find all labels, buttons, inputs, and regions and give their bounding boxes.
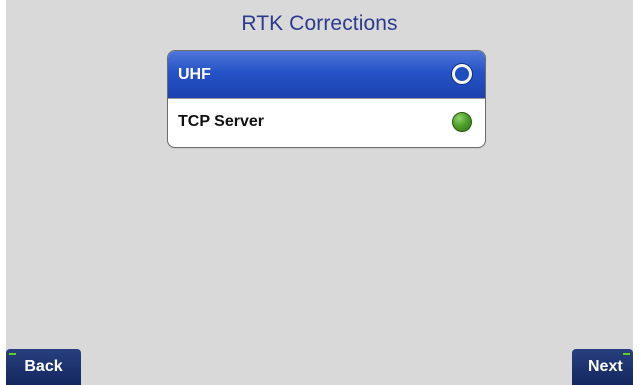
back-button-label: Back [24, 358, 63, 375]
option-label: UHF [178, 65, 211, 83]
rtk-corrections-screen: RTK Corrections UHF TCP Server Back Next [6, 0, 633, 385]
option-label: TCP Server [178, 113, 264, 130]
radio-selected-icon[interactable] [452, 64, 472, 84]
next-button[interactable]: Next [572, 349, 633, 385]
option-tcp-server[interactable]: TCP Server [168, 98, 485, 145]
back-button[interactable]: Back [6, 349, 81, 385]
corner-indicator-icon [623, 353, 630, 355]
radio-unselected-icon[interactable] [452, 112, 472, 132]
next-button-label: Next [588, 358, 623, 375]
page-title: RTK Corrections [241, 12, 398, 35]
corrections-option-list: UHF TCP Server [167, 50, 486, 148]
corner-indicator-icon [9, 353, 16, 355]
option-uhf[interactable]: UHF [168, 51, 485, 98]
